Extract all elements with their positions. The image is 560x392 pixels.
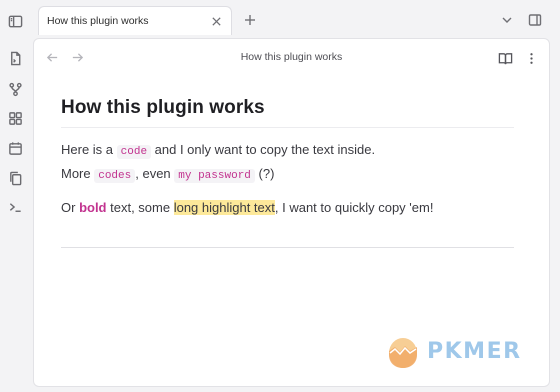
close-icon[interactable] bbox=[209, 14, 223, 28]
note-content[interactable]: How this plugin works Here is a code and… bbox=[61, 97, 514, 248]
graph-icon[interactable] bbox=[7, 81, 23, 97]
view-header-title[interactable]: How this plugin works bbox=[34, 51, 549, 63]
inline-code[interactable]: my password bbox=[174, 169, 255, 183]
inline-code[interactable]: codes bbox=[94, 169, 136, 183]
horizontal-rule bbox=[61, 247, 514, 248]
sidebar-toggle-icon[interactable] bbox=[7, 13, 23, 29]
text-run: Here is a bbox=[61, 142, 117, 157]
file-switcher-icon[interactable] bbox=[7, 50, 23, 66]
view-header: How this plugin works bbox=[34, 39, 549, 77]
pkmer-logo-icon bbox=[389, 338, 417, 368]
right-sidebar-toggle-icon[interactable] bbox=[528, 13, 542, 27]
bold-text[interactable]: bold bbox=[79, 200, 106, 215]
text-run: More bbox=[61, 166, 95, 181]
paragraph-2: Or bold text, some long highlight text, … bbox=[61, 197, 514, 218]
text-run: , I want to quickly copy 'em! bbox=[274, 200, 434, 215]
paragraph-1: Here is a code and I only want to copy t… bbox=[61, 139, 514, 187]
calendar-icon[interactable] bbox=[7, 140, 23, 156]
plus-icon[interactable] bbox=[244, 13, 256, 25]
watermark-text: PKMER bbox=[427, 338, 522, 364]
tab-title: How this plugin works bbox=[47, 15, 149, 27]
chevron-down-icon[interactable] bbox=[500, 13, 514, 27]
text-run: Or bbox=[61, 200, 80, 215]
more-options-icon[interactable] bbox=[523, 50, 539, 66]
left-ribbon bbox=[0, 0, 30, 392]
terminal-icon[interactable] bbox=[7, 199, 23, 215]
text-run: text, some bbox=[106, 200, 174, 215]
pkmer-watermark: PKMER bbox=[385, 333, 522, 369]
highlight-text[interactable]: long highlight text bbox=[173, 200, 275, 215]
tab-how-this-plugin-works[interactable]: How this plugin works bbox=[38, 6, 232, 35]
reading-view-icon[interactable] bbox=[497, 50, 513, 66]
note-heading: How this plugin works bbox=[61, 97, 514, 128]
text-line-2: More codes, even my password (?) bbox=[61, 163, 514, 187]
tab-bar: How this plugin works bbox=[30, 0, 560, 38]
text-run: , even bbox=[135, 166, 175, 181]
text-line-1: Here is a code and I only want to copy t… bbox=[61, 139, 514, 163]
inline-code[interactable]: code bbox=[116, 145, 152, 159]
text-run: (?) bbox=[254, 166, 275, 181]
text-run: and I only want to copy the text inside. bbox=[151, 142, 376, 157]
copy-icon[interactable] bbox=[7, 170, 23, 186]
blocks-icon[interactable] bbox=[7, 110, 23, 126]
